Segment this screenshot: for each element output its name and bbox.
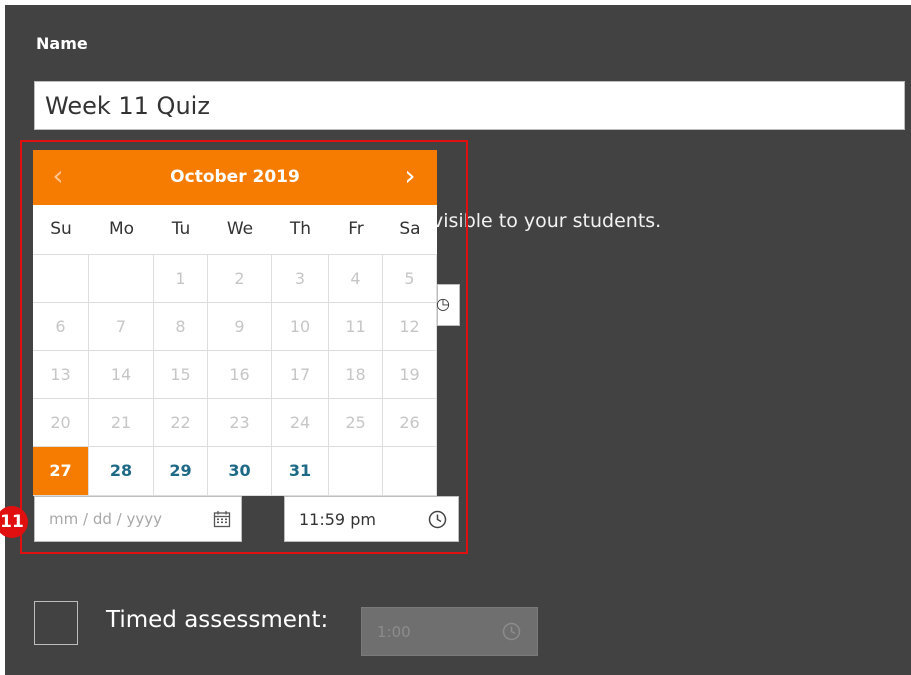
- calendar-day[interactable]: 29: [154, 447, 208, 496]
- calendar-header: ‹ October 2019 ›: [33, 150, 437, 205]
- weekday-label: Th: [289, 219, 312, 239]
- calendar-day-disabled: 14: [89, 351, 154, 399]
- name-input[interactable]: Week 11 Quiz: [34, 81, 905, 130]
- time-input[interactable]: 11:59 pm: [284, 496, 459, 542]
- calendar-day-disabled: 17: [272, 351, 329, 399]
- calendar-day-disabled: 23: [208, 399, 272, 447]
- calendar-day-disabled: 10: [272, 303, 329, 351]
- calendar-day-disabled: 13: [33, 351, 89, 399]
- weekday-label: Su: [50, 219, 72, 239]
- calendar-day[interactable]: 30: [208, 447, 272, 496]
- calendar-day-disabled: 25: [329, 399, 383, 447]
- calendar-day-disabled: 7: [89, 303, 154, 351]
- calendar-day-disabled: 16: [208, 351, 272, 399]
- clock-icon[interactable]: [428, 510, 447, 529]
- calendar-month-title: October 2019: [170, 167, 300, 187]
- weekday-label: Sa: [399, 219, 421, 239]
- calendar-day-disabled: 1: [154, 255, 208, 303]
- calendar-day-disabled: 11: [329, 303, 383, 351]
- clock-icon: [502, 622, 521, 641]
- calendar-day-disabled: 21: [89, 399, 154, 447]
- calendar-day-disabled: 26: [383, 399, 437, 447]
- calendar-days-grid: 1 2 3 4 5 6 7 8 9 10 11 12 13 14 15 16 17 18 19 20 21 22 23 24 2…: [33, 254, 437, 496]
- calendar-day[interactable]: 28: [89, 447, 154, 496]
- time-value: 11:59 pm: [299, 510, 376, 529]
- calendar-day-disabled: 8: [154, 303, 208, 351]
- weekday-label: Tu: [171, 219, 191, 239]
- calendar-day-disabled: 6: [33, 303, 89, 351]
- calendar-day-selected[interactable]: 27: [33, 447, 89, 496]
- weekday-header-row: Su Mo Tu We Th Fr Sa: [33, 205, 437, 254]
- calendar-day[interactable]: 31: [272, 447, 329, 496]
- calendar-day-disabled: 15: [154, 351, 208, 399]
- chevron-right-icon[interactable]: ›: [395, 159, 425, 192]
- visibility-description: visible to your students.: [432, 210, 662, 232]
- calendar-day-disabled: 12: [383, 303, 437, 351]
- calendar-empty-cell: [89, 255, 154, 303]
- name-label: Name: [36, 34, 88, 53]
- date-picker-calendar: ‹ October 2019 › Su Mo Tu We Th Fr Sa 12…: [33, 150, 437, 496]
- calendar-day-disabled: 24: [272, 399, 329, 447]
- calendar-day-disabled: 20: [33, 399, 89, 447]
- calendar-day-disabled: 9: [208, 303, 272, 351]
- weekday-label: Fr: [348, 219, 364, 239]
- calendar-day-disabled: 3: [272, 255, 329, 303]
- calendar-empty-cell: [383, 447, 437, 496]
- partial-time-field[interactable]: ◷: [436, 284, 460, 326]
- weekday-label: We: [226, 219, 254, 239]
- date-input[interactable]: mm / dd / yyyy: [34, 496, 242, 542]
- calendar-icon[interactable]: [213, 510, 231, 528]
- timed-assessment-checkbox[interactable]: [34, 601, 78, 645]
- calendar-empty-cell: [329, 447, 383, 496]
- calendar-day-disabled: 2: [208, 255, 272, 303]
- calendar-day-disabled: 4: [329, 255, 383, 303]
- calendar-day-disabled: 19: [383, 351, 437, 399]
- calendar-day-disabled: 5: [383, 255, 437, 303]
- clock-icon: ◷: [436, 294, 450, 313]
- calendar-day-disabled: 22: [154, 399, 208, 447]
- timed-assessment-duration-input[interactable]: 1:00: [361, 607, 538, 656]
- timed-assessment-label: Timed assessment:: [106, 607, 329, 633]
- calendar-day-disabled: 18: [329, 351, 383, 399]
- duration-value: 1:00: [377, 623, 411, 641]
- date-placeholder: mm / dd / yyyy: [49, 510, 162, 528]
- weekday-label: Mo: [108, 219, 135, 239]
- calendar-empty-cell: [33, 255, 89, 303]
